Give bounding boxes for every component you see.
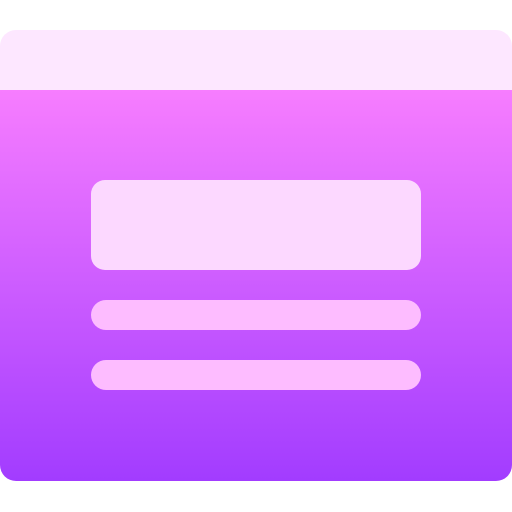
webpage-layout-icon xyxy=(0,30,512,481)
window-body xyxy=(0,90,512,481)
window-titlebar xyxy=(0,30,512,90)
banner-block xyxy=(91,180,421,270)
text-line xyxy=(91,360,421,390)
text-line xyxy=(91,300,421,330)
